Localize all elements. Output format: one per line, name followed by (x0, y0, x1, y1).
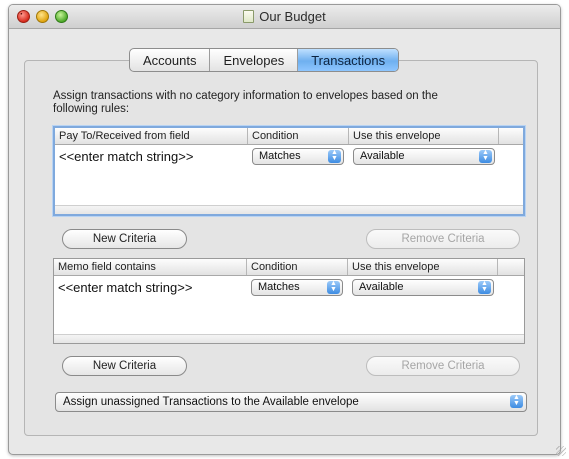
match-string-cell[interactable]: <<enter match string>> (55, 149, 248, 164)
condition-value: Matches (258, 281, 300, 293)
column-header-envelope[interactable]: Use this envelope (348, 259, 498, 275)
table-header: Memo field contains Condition Use this e… (54, 259, 524, 276)
table-header: Pay To/Received from field Condition Use… (55, 128, 523, 145)
condition-popup[interactable]: Matches ▲ ▼ (252, 147, 344, 165)
envelope-cell: Available ▲ ▼ (348, 278, 498, 296)
horizontal-scrollbar[interactable] (54, 334, 524, 343)
column-header-envelope[interactable]: Use this envelope (349, 128, 499, 144)
popup-stepper-icon: ▲ ▼ (479, 149, 492, 163)
unassigned-option-value: Assign unassigned Transactions to the Av… (63, 396, 359, 408)
new-criteria-button-memo[interactable]: New Criteria (62, 356, 187, 376)
column-header-spacer (498, 259, 524, 275)
match-string-cell[interactable]: <<enter match string>> (54, 280, 247, 295)
tab-accounts[interactable]: Accounts (130, 49, 211, 71)
condition-value: Matches (259, 150, 301, 162)
remove-criteria-button-memo[interactable]: Remove Criteria (366, 356, 520, 376)
column-header-memo[interactable]: Memo field contains (54, 259, 247, 275)
window-title: Our Budget (9, 9, 560, 24)
condition-cell: Matches ▲ ▼ (248, 147, 349, 165)
condition-cell: Matches ▲ ▼ (247, 278, 348, 296)
column-header-payee[interactable]: Pay To/Received from field (55, 128, 248, 144)
column-header-condition[interactable]: Condition (247, 259, 348, 275)
table-row[interactable]: <<enter match string>> Matches ▲ ▼ Availa… (54, 276, 524, 298)
envelope-popup[interactable]: Available ▲ ▼ (352, 278, 494, 296)
document-icon (243, 10, 255, 23)
envelope-popup[interactable]: Available ▲ ▼ (353, 147, 495, 165)
column-header-spacer (499, 128, 523, 144)
envelope-cell: Available ▲ ▼ (349, 147, 499, 165)
popup-stepper-icon: ▲ ▼ (328, 149, 341, 163)
resize-grip-icon[interactable] (556, 446, 566, 456)
column-header-condition[interactable]: Condition (248, 128, 349, 144)
tab-envelopes[interactable]: Envelopes (210, 49, 299, 71)
window-title-text: Our Budget (259, 9, 326, 24)
tab-transactions[interactable]: Transactions (298, 49, 399, 71)
title-bar[interactable]: · Our Budget (9, 5, 560, 29)
table-row[interactable]: <<enter match string>> Matches ▲ ▼ Availa… (55, 145, 523, 167)
envelope-value: Available (360, 150, 405, 162)
tab-bar: Accounts Envelopes Transactions (129, 48, 400, 72)
condition-popup[interactable]: Matches ▲ ▼ (251, 278, 343, 296)
popup-stepper-icon: ▲ ▼ (327, 280, 340, 294)
envelope-value: Available (359, 281, 404, 293)
memo-rules-table[interactable]: Memo field contains Condition Use this e… (53, 258, 525, 344)
popup-stepper-icon: ▲ ▼ (510, 394, 523, 408)
horizontal-scrollbar[interactable] (55, 205, 523, 214)
payee-rules-table[interactable]: Pay To/Received from field Condition Use… (53, 126, 525, 216)
rules-description: Assign transactions with no category inf… (53, 90, 438, 115)
popup-stepper-icon: ▲ ▼ (478, 280, 491, 294)
new-criteria-button-payee[interactable]: New Criteria (62, 229, 187, 249)
remove-criteria-button-payee[interactable]: Remove Criteria (366, 229, 520, 249)
unassigned-transactions-popup[interactable]: Assign unassigned Transactions to the Av… (55, 392, 527, 412)
